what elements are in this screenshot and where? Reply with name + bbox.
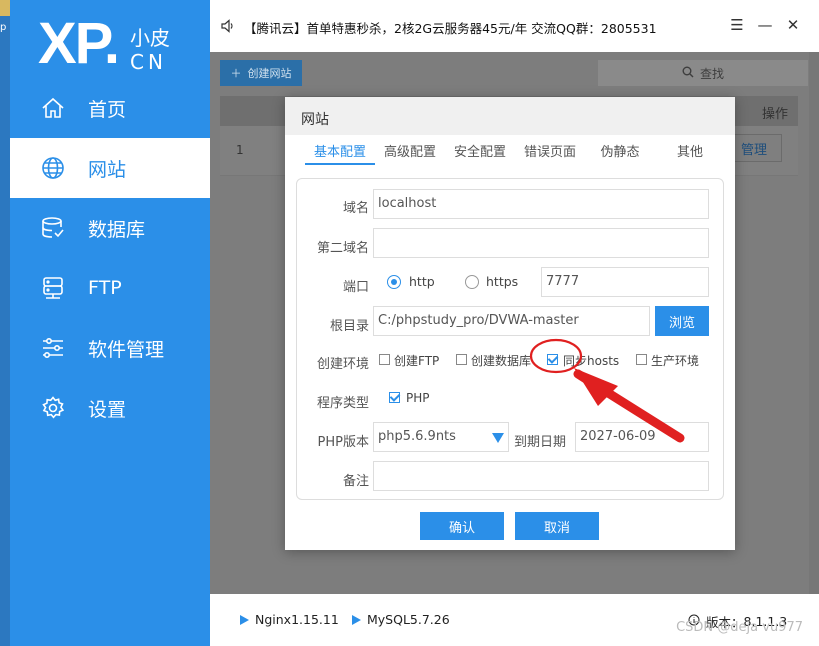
sidebar-item-label: 首页 (88, 98, 127, 121)
confirm-button[interactable]: 确认 (420, 512, 504, 540)
create-ftp-label: 创建FTP (394, 354, 440, 368)
close-button[interactable]: ✕ (784, 16, 802, 34)
database-icon (40, 215, 66, 241)
promo-notice[interactable]: 【腾讯云】首单特惠秒杀，2核2G云服务器45元/年 交流QQ群：2805531 (244, 18, 657, 37)
dialog-title: 网站 (285, 97, 735, 135)
https-label: https (486, 274, 519, 289)
home-icon (40, 95, 66, 121)
nginx-label: Nginx1.15.11 (255, 612, 339, 627)
php-version-label: PHP版本 (317, 435, 369, 450)
speaker-icon (220, 18, 236, 34)
domain-label: 域名 (342, 201, 369, 216)
watermark: CSDN @deja vu977 (676, 620, 803, 635)
search-icon (682, 66, 694, 81)
sidebar-item-label: FTP (88, 277, 122, 299)
create-database-checkbox[interactable] (456, 354, 467, 365)
browse-button[interactable]: 浏览 (655, 306, 709, 336)
add-site-button[interactable]: ＋ 创建网站 (220, 60, 302, 86)
second-domain-input[interactable] (373, 228, 709, 258)
http-label: http (409, 274, 435, 289)
domain-input[interactable]: localhost (373, 189, 709, 219)
php-checkbox[interactable] (389, 392, 400, 403)
logo-xp: XP. (38, 11, 120, 76)
sidebar-item-label: 软件管理 (88, 338, 165, 361)
http-radio[interactable] (387, 275, 401, 289)
sidebar-item-home[interactable]: 首页 (10, 78, 210, 138)
mysql-status[interactable]: MySQL5.7.26 (352, 612, 450, 627)
annotation-arrow (529, 338, 685, 443)
titlebar: 【腾讯云】首单特惠秒杀，2核2G云服务器45元/年 交流QQ群：2805531 … (210, 0, 819, 52)
port-input[interactable]: 7777 (541, 267, 709, 297)
php-label: PHP (406, 391, 430, 405)
scrollbar[interactable] (809, 52, 819, 594)
sidebar: XP. 小皮 CN 首页 网站 数据库 FTP 软件管理 设置 (10, 0, 210, 646)
create-ftp-checkbox[interactable] (379, 354, 390, 365)
php-version-select[interactable]: php5.6.9nts (373, 422, 509, 452)
remark-input[interactable] (373, 461, 709, 491)
search-button[interactable]: 查找 (598, 60, 808, 86)
dialog-tabs: 基本配置 高级配置 安全配置 错误页面 伪静态 其他 (305, 141, 725, 165)
website-dialog: 网站 基本配置 高级配置 安全配置 错误页面 伪静态 其他 域名 localho… (285, 97, 735, 550)
second-domain-label: 第二域名 (316, 241, 369, 256)
sidebar-item-label: 数据库 (88, 218, 146, 241)
env-label: 创建环境 (316, 357, 369, 372)
app-window: p XP. 小皮 CN 首页 网站 数据库 FTP 软件管理 设置 【腾讯云】首… (0, 0, 819, 646)
logo-xiaopi: 小皮 (130, 26, 170, 50)
chevron-down-icon (492, 433, 504, 443)
search-label: 查找 (699, 66, 724, 81)
play-icon (352, 614, 361, 625)
https-radio[interactable] (465, 275, 479, 289)
play-icon (240, 614, 249, 625)
tab-rewrite[interactable]: 伪静态 (585, 141, 655, 165)
tab-security[interactable]: 安全配置 (445, 141, 515, 165)
plus-icon: ＋ (230, 67, 242, 80)
sidebar-item-ftp[interactable]: FTP (10, 258, 210, 318)
row-number: 1 (236, 143, 244, 157)
cancel-button[interactable]: 取消 (515, 512, 599, 540)
sidebar-item-label: 设置 (88, 398, 127, 421)
nginx-status[interactable]: Nginx1.15.11 (240, 612, 339, 627)
logo-cn: CN (130, 50, 167, 74)
minimize-button[interactable]: — (756, 16, 774, 34)
sidebar-item-settings[interactable]: 设置 (10, 378, 210, 438)
sidebar-nav: 首页 网站 数据库 FTP 软件管理 设置 (10, 78, 210, 438)
php-version-value: php5.6.9nts (378, 429, 456, 444)
program-type-label: 程序类型 (316, 396, 369, 411)
root-dir-label: 根目录 (329, 319, 369, 334)
tab-other[interactable]: 其他 (655, 141, 725, 165)
port-label: 端口 (342, 280, 369, 295)
server-icon (40, 275, 66, 301)
tab-basic[interactable]: 基本配置 (305, 141, 375, 165)
desktop-background: p (0, 0, 10, 646)
sidebar-item-label: 网站 (88, 158, 127, 181)
tab-error-pages[interactable]: 错误页面 (515, 141, 585, 165)
gear-icon (40, 395, 66, 421)
sidebar-item-website[interactable]: 网站 (10, 138, 210, 198)
sidebar-item-software[interactable]: 软件管理 (10, 318, 210, 378)
desktop-shortcut-icon[interactable]: p (0, 22, 6, 33)
column-header-action: 操作 (761, 107, 788, 122)
sidebar-item-database[interactable]: 数据库 (10, 198, 210, 258)
mysql-label: MySQL5.7.26 (367, 612, 450, 627)
tab-advanced[interactable]: 高级配置 (375, 141, 445, 165)
menu-icon[interactable]: ☰ (728, 16, 746, 34)
add-site-label: 创建网站 (247, 67, 292, 80)
remark-label: 备注 (342, 474, 369, 489)
desktop-folder-icon[interactable] (0, 0, 10, 16)
sliders-icon (40, 335, 66, 361)
root-dir-input[interactable]: C:/phpstudy_pro/DVWA-master (373, 306, 650, 336)
globe-icon (40, 155, 66, 181)
